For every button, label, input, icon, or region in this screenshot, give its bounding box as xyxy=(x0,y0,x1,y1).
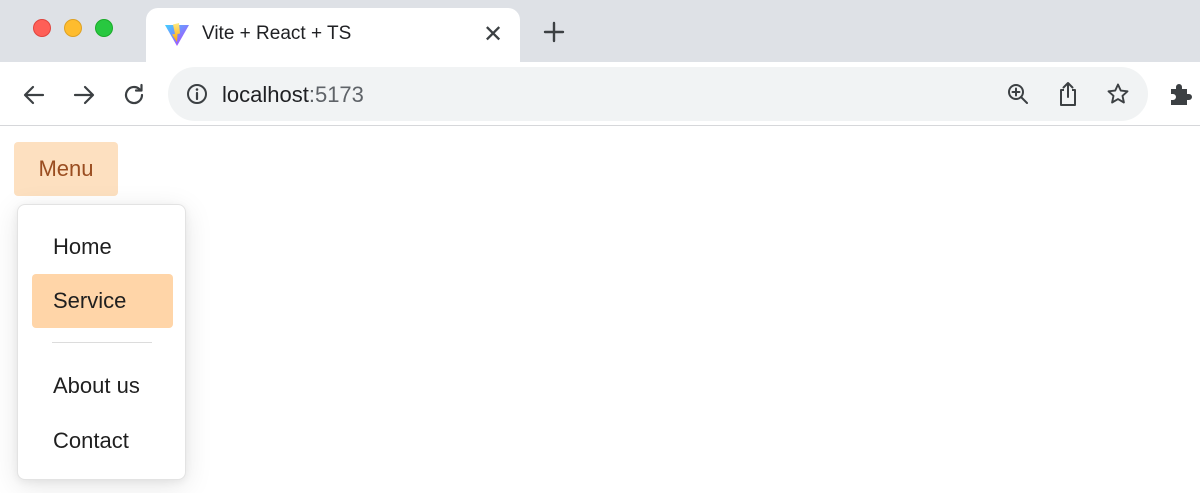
info-icon[interactable] xyxy=(185,82,209,106)
zoom-button[interactable] xyxy=(1005,81,1031,107)
reload-icon xyxy=(124,83,144,105)
browser-toolbar: localhost:5173 xyxy=(0,62,1200,126)
browser-tabstrip: Vite + React + TS ✕ xyxy=(0,0,1200,62)
vite-logo-icon xyxy=(165,23,189,46)
share-icon xyxy=(1060,82,1076,106)
browser-tab-active[interactable]: Vite + React + TS ✕ xyxy=(146,8,520,62)
url-host: localhost xyxy=(222,82,309,107)
menu-item-contact[interactable]: Contact xyxy=(32,414,173,468)
dropdown-menu: Home Service About us Contact xyxy=(17,204,186,480)
menu-item-service[interactable]: Service xyxy=(32,274,173,328)
menu-button[interactable]: Menu xyxy=(14,142,118,196)
page-content: Menu Home Service About us Contact xyxy=(0,127,1200,493)
url-text[interactable]: localhost:5173 xyxy=(222,82,364,108)
zoom-icon xyxy=(1008,84,1028,104)
menu-item-about-us[interactable]: About us xyxy=(32,359,173,413)
zoom-window-button[interactable] xyxy=(95,19,113,37)
url-port: :5173 xyxy=(308,82,364,107)
minimize-window-button[interactable] xyxy=(64,19,82,37)
menu-separator xyxy=(52,342,152,343)
plus-icon xyxy=(543,21,565,43)
back-arrow-icon xyxy=(23,85,45,105)
close-window-button[interactable] xyxy=(33,19,51,37)
back-button[interactable] xyxy=(19,80,49,110)
menu-item-home[interactable]: Home xyxy=(32,220,173,274)
new-tab-button[interactable] xyxy=(540,18,568,46)
star-icon xyxy=(1107,83,1129,104)
forward-button[interactable] xyxy=(69,80,99,110)
reload-button[interactable] xyxy=(119,80,149,110)
bookmark-button[interactable] xyxy=(1105,81,1131,107)
forward-arrow-icon xyxy=(73,85,95,105)
tab-title: Vite + React + TS xyxy=(202,23,352,44)
address-bar[interactable]: localhost:5173 xyxy=(168,67,1148,121)
tab-close-icon[interactable]: ✕ xyxy=(480,22,506,48)
share-button[interactable] xyxy=(1055,81,1081,107)
extensions-icon[interactable] xyxy=(1166,80,1194,108)
